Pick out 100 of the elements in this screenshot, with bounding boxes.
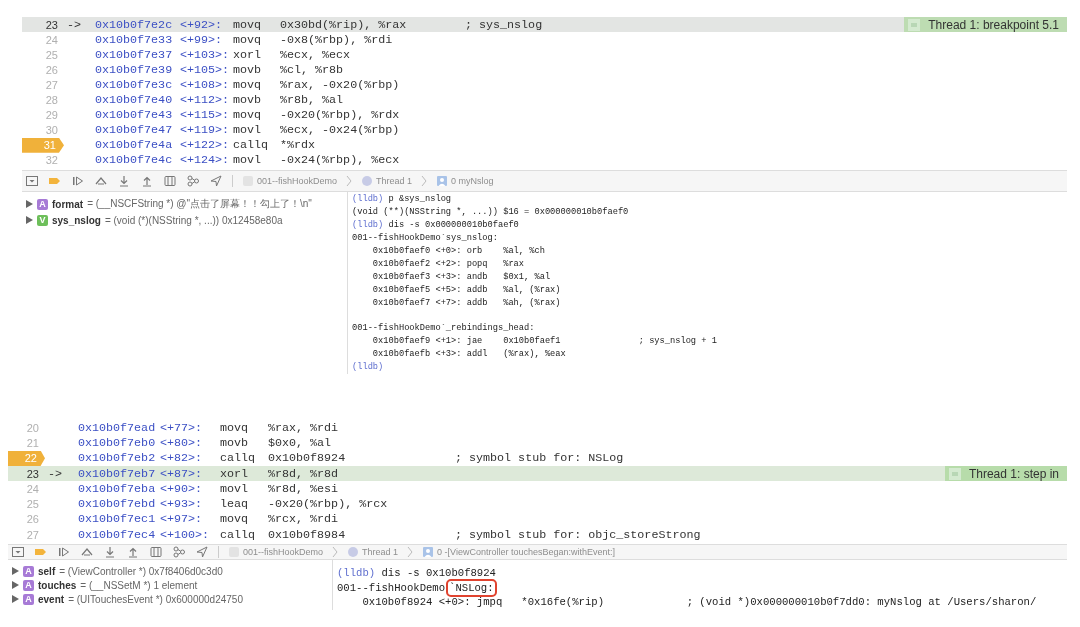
offset-text: <+100>: [160, 527, 210, 542]
mnemonic-text: movq [233, 32, 262, 47]
console-text: 001--fishHookDemo`_rebindings_head: [352, 323, 535, 334]
offset-text: <+92>: [180, 17, 223, 32]
variable-kind-badge: A [23, 579, 34, 591]
operand-text: 0x10b0f8984 [268, 527, 346, 542]
variable-name: touches [38, 579, 77, 591]
memory-graph-icon[interactable] [186, 174, 200, 188]
thread-label: Thread 1: breakpoint 5.1 [928, 17, 1059, 32]
mnemonic-text: movb [233, 62, 262, 77]
console-text: 0x10b0f8924 <+0>: jmpq *0x16fe(%rip) ; (void *)0x000000010b0f7dd0: myNslog at /Users/sharon/ [361, 596, 1037, 609]
lldb-prompt: (lldb) [352, 219, 384, 230]
breadcrumb-item[interactable]: Thread 1 [347, 546, 399, 558]
variable-kind-badge: A [23, 593, 34, 605]
offset-text: <+115>: [180, 108, 230, 123]
breadcrumb-item[interactable]: 0 myNslog [436, 175, 494, 187]
mnemonic-text: movq [220, 420, 249, 435]
console-text: p &sys_nslog [388, 194, 452, 204]
view-hierarchy-icon[interactable] [163, 174, 177, 188]
address-text: 0x10b0f7eb2 [78, 451, 156, 466]
location-icon[interactable] [209, 174, 223, 188]
address-text: 0x10b0f7ebd [78, 497, 156, 512]
mnemonic-text: movb [233, 93, 262, 107]
offset-text: <+80>: [160, 435, 203, 450]
variable-value: = (__NSCFString *) @"点击了屏幕！！勾上了！\n" [87, 197, 312, 211]
line-number: 25 [26, 498, 40, 511]
location-icon[interactable] [195, 545, 209, 559]
console-text: 0x10b0faef0 <+0>: orb %al, %ch [371, 245, 545, 256]
thread-icon [347, 546, 360, 558]
operand-text: %ecx, -0x24(%rbp) [280, 123, 400, 138]
mnemonic-text: leaq [220, 497, 249, 512]
console-text: 0x10b0faef3 <+3>: andb $0x1, %al [371, 271, 551, 282]
console-text: 0x10b0faef9 <+1>: jae 0x10b0faef1 ; sys_nslog + 1 [371, 336, 717, 347]
variable-name: format [52, 198, 84, 210]
variable-value: = (__NSSetM *) 1 element [80, 579, 198, 591]
line-number: 23 [45, 18, 59, 31]
operand-text: %rax, %rdi [268, 420, 339, 435]
step-into-icon[interactable] [117, 174, 131, 188]
step-out-icon[interactable] [126, 545, 140, 559]
hide-panel-icon[interactable] [11, 545, 25, 559]
line-number: 24 [26, 482, 40, 495]
chevron-icon [332, 546, 339, 558]
mnemonic-text: movb [220, 435, 249, 450]
offset-text: <+82>: [160, 451, 203, 466]
operand-text: -0x20(%rbp), %rcx [268, 497, 388, 512]
mnemonic-text: callq [233, 138, 269, 153]
operand-text: $0x0, %al [268, 435, 332, 450]
breadcrumb-item[interactable]: Thread 1 [361, 175, 413, 187]
step-out-icon[interactable] [140, 174, 154, 188]
chevron-icon [346, 175, 353, 187]
breadcrumb-item[interactable]: 001--fishHookDemo [228, 546, 324, 558]
address-text: 0x10b0f7e39 [95, 62, 173, 77]
address-text: 0x10b0f7e37 [95, 47, 173, 62]
breakpoint-marker[interactable]: 31 [22, 137, 64, 153]
breakpoint-marker[interactable]: 22 [8, 450, 45, 466]
offset-text: <+119>: [180, 123, 230, 138]
line-number: 20 [26, 421, 40, 434]
operand-text: -0x24(%rbp), %ecx [280, 153, 400, 168]
offset-text: <+93>: [160, 497, 203, 512]
line-number: 24 [45, 33, 59, 46]
operand-text: %r8b, %al [280, 93, 344, 107]
offset-text: <+112>: [180, 93, 230, 107]
offset-text: <+99>: [180, 32, 223, 47]
line-number: 21 [26, 436, 40, 449]
console-text: 001--fishHookDemo`sys_nslog: [352, 232, 498, 243]
stack-frame-icon [436, 175, 449, 187]
memory-graph-icon[interactable] [172, 545, 186, 559]
offset-text: <+108>: [180, 77, 230, 92]
offset-text: <+77>: [160, 420, 203, 435]
console-text: (void (**)(NSString *, ...)) $16 = 0x000000010b0faef0 [352, 206, 629, 217]
mnemonic-text: movl [233, 123, 262, 138]
mnemonic-text: xorl [233, 47, 262, 62]
variable-kind-badge: V [37, 214, 48, 226]
hide-panel-icon[interactable] [25, 174, 39, 188]
line-number: 32 [45, 154, 59, 167]
variable-value: = (ViewController *) 0x7f8406d0c3d0 [59, 565, 223, 577]
continue-icon[interactable] [71, 174, 85, 188]
address-text: 0x10b0f7e3c [95, 77, 173, 92]
operand-text: *%rdx [280, 138, 316, 153]
console-text: 0x10b0faef2 <+2>: popq %rax [371, 258, 525, 269]
pc-arrow: -> [67, 17, 82, 32]
breadcrumb-item[interactable]: 0 -[ViewController touchesBegan:withEvent:] [422, 546, 615, 558]
mnemonic-text: movq [220, 512, 249, 527]
line-number: 28 [45, 94, 59, 106]
address-text: 0x10b0f7e47 [95, 123, 173, 138]
offset-text: <+122>: [180, 138, 230, 153]
view-hierarchy-icon[interactable] [149, 545, 163, 559]
address-text: 0x10b0f7e2c [95, 17, 173, 32]
step-into-icon[interactable] [103, 545, 117, 559]
offset-text: <+105>: [180, 62, 230, 77]
address-text: 0x10b0f7e40 [95, 93, 173, 107]
chevron-icon [421, 175, 428, 187]
operand-text: 0x30bd(%rip), %rax [280, 17, 407, 32]
mnemonic-text: movl [233, 153, 262, 168]
line-number: 27 [26, 528, 40, 541]
offset-text: <+97>: [160, 512, 203, 527]
breadcrumb-item[interactable]: 001--fishHookDemo [242, 175, 338, 187]
continue-icon[interactable] [57, 545, 71, 559]
console-text: dis -s 0x000000010b0faef0 [388, 219, 519, 230]
console-text: 0x10b0faef7 <+7>: addb %ah, (%rax) [371, 297, 561, 308]
